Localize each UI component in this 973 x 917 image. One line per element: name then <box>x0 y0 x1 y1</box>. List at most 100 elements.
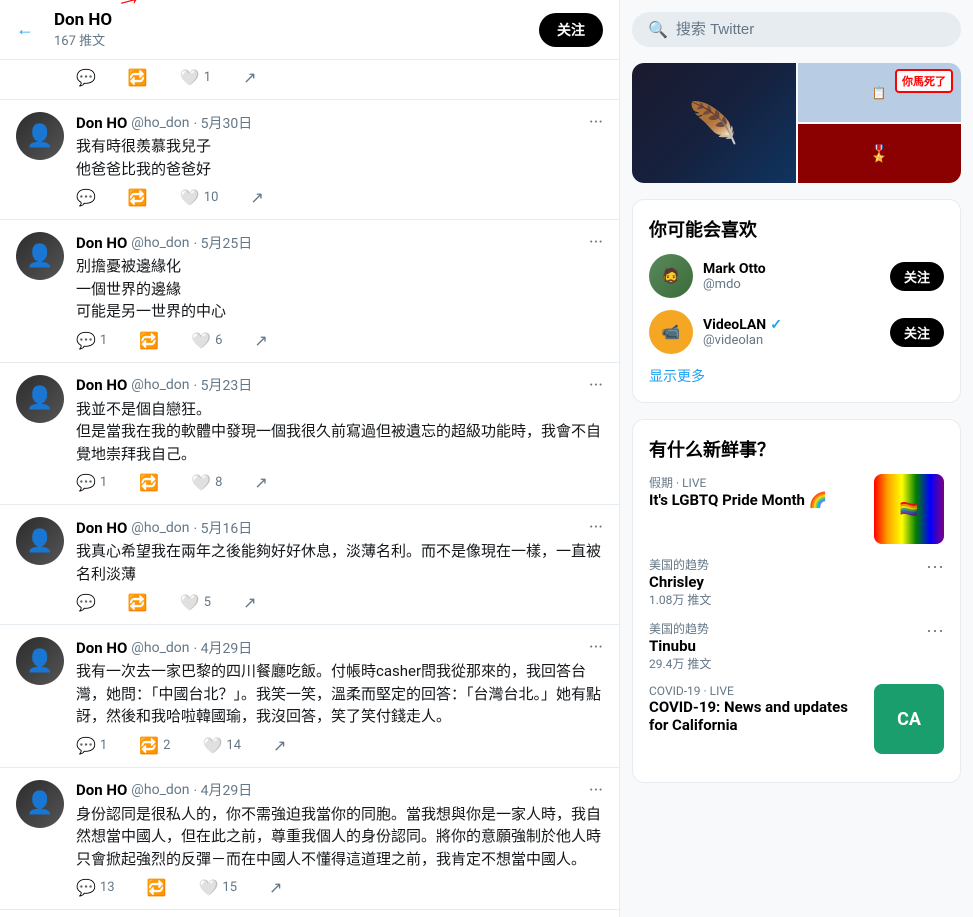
tweet-more-button[interactable]: ··· <box>589 637 603 658</box>
user-avatar: 👤 <box>16 517 64 565</box>
tweet-more-button[interactable]: ··· <box>589 232 603 253</box>
tweet-meta: Don HO @ho_don · 4月29日 <box>76 780 252 800</box>
retweet-action[interactable]: 🔁 <box>128 68 148 87</box>
suggestion-name: VideoLAN ✓ <box>703 317 890 333</box>
like-count: 8 <box>215 475 222 490</box>
trend-more-button[interactable]: ··· <box>926 620 944 641</box>
follow-suggestion-button[interactable]: 关注 <box>890 318 944 347</box>
main-feed: ← Don HO 167 推文 → 关注 💬 🔁 🤍 1 ↗ <box>0 0 620 917</box>
tweet-header: Don HO @ho_don · 4月29日 ··· <box>76 780 603 801</box>
tweet-handle: @ho_don <box>131 782 189 798</box>
follow-suggestion-button[interactable]: 关注 <box>890 262 944 291</box>
trend-name[interactable]: It's LGBTQ Pride Month 🌈 <box>649 491 866 509</box>
tweet-username: Don HO <box>76 781 127 799</box>
trend-item: 美国的趋势 Chrisley 1.08万 推文 ··· <box>649 556 944 608</box>
like-action[interactable]: 🤍 8 <box>191 473 222 492</box>
reply-action[interactable]: 💬 1 <box>76 736 107 755</box>
trend-side-image-2: 🎖️ <box>798 124 962 183</box>
tweet-header: Don HO @ho_don · 5月16日 ··· <box>76 517 603 538</box>
tweet-more-button[interactable]: ··· <box>589 375 603 396</box>
header-info: Don HO 167 推文 → <box>54 10 539 49</box>
like-count: 15 <box>222 880 237 895</box>
suggestion-handle: @videolan <box>703 333 890 348</box>
back-button[interactable]: ← <box>16 19 34 40</box>
tweet-header: Don HO @ho_don · 5月30日 ··· <box>76 112 603 133</box>
retweet-action[interactable]: 🔁 <box>128 593 148 612</box>
retweet-action[interactable]: 🔁 2 <box>139 736 170 755</box>
trend-name[interactable]: Chrisley <box>649 573 926 591</box>
reply-icon: 💬 <box>76 331 96 350</box>
tweet-date: · 5月16日 <box>194 518 253 538</box>
reply-icon: 💬 <box>76 593 96 612</box>
like-action[interactable]: 🤍 1 <box>180 68 211 87</box>
like-action[interactable]: 🤍 5 <box>180 593 211 612</box>
tweet-actions: 💬 1 🔁 🤍 8 ↗ <box>76 473 603 492</box>
reply-icon: 💬 <box>76 473 96 492</box>
trend-image: CA <box>874 684 944 754</box>
like-action[interactable]: 🤍 10 <box>180 188 219 207</box>
reply-action[interactable]: 💬 <box>76 593 96 612</box>
tweet-more-button[interactable]: ··· <box>589 517 603 538</box>
search-box[interactable]: 🔍 <box>632 12 961 47</box>
trend-info: 美国的趋势 Tinubu 29.4万 推文 <box>649 620 926 672</box>
retweet-action[interactable]: 🔁 <box>139 473 159 492</box>
share-action[interactable]: ↗ <box>254 331 267 350</box>
reply-action[interactable]: 💬 <box>76 68 96 87</box>
tweet-more-button[interactable]: ··· <box>589 780 603 801</box>
trending-image-cluster: 🪶 📋 你馬死了 🎖️ <box>632 63 961 183</box>
share-action[interactable]: ↗ <box>269 878 282 897</box>
suggestion-name: Mark Otto <box>703 261 890 277</box>
share-action[interactable]: ↗ <box>273 736 286 755</box>
trend-category: 美国的趋势 <box>649 620 926 637</box>
follow-button[interactable]: 关注 <box>539 13 603 47</box>
reply-action[interactable]: 💬 <box>76 188 96 207</box>
share-action[interactable]: ↗ <box>254 473 267 492</box>
retweet-icon: 🔁 <box>128 68 148 87</box>
like-action[interactable]: 🤍 14 <box>202 736 241 755</box>
reply-action[interactable]: 💬 1 <box>76 331 107 350</box>
share-action[interactable]: ↗ <box>243 593 256 612</box>
tweet-text: 我有時很羨慕我兒子他爸爸比我的爸爸好 <box>76 135 603 180</box>
trend-more-button[interactable]: ··· <box>926 556 944 577</box>
suggestion-info: VideoLAN ✓ @videolan <box>703 317 890 348</box>
tweet-handle: @ho_don <box>131 235 189 251</box>
share-action[interactable]: ↗ <box>250 188 263 207</box>
search-input[interactable] <box>676 21 945 38</box>
profile-header: ← Don HO 167 推文 → 关注 <box>0 0 619 60</box>
like-icon: 🤍 <box>180 593 200 612</box>
suggestion-avatar: 📹 <box>649 310 693 354</box>
retweet-action[interactable]: 🔁 <box>147 878 167 897</box>
trends-list: 假期 · LIVE It's LGBTQ Pride Month 🌈 🏳️‍🌈 … <box>649 474 944 754</box>
tweet-date: · 5月30日 <box>194 113 253 133</box>
tweet-header: Don HO @ho_don · 4月29日 ··· <box>76 637 603 658</box>
tweet-more-button[interactable]: ··· <box>589 112 603 133</box>
trend-name[interactable]: Tinubu <box>649 637 926 655</box>
like-count: 10 <box>204 190 219 205</box>
share-icon: ↗ <box>254 331 267 350</box>
share-action[interactable]: ↗ <box>243 68 256 87</box>
reply-action[interactable]: 💬 13 <box>76 878 115 897</box>
verified-icon: ✓ <box>770 317 782 333</box>
tweet-username: Don HO <box>76 519 127 537</box>
like-count: 14 <box>226 738 241 753</box>
reply-action[interactable]: 💬 1 <box>76 473 107 492</box>
trend-item: 假期 · LIVE It's LGBTQ Pride Month 🌈 🏳️‍🌈 <box>649 474 944 544</box>
reply-icon: 💬 <box>76 736 96 755</box>
user-avatar: 👤 <box>16 112 64 160</box>
like-count: 5 <box>204 595 211 610</box>
like-action[interactable]: 🤍 6 <box>191 331 222 350</box>
trend-overlay-text: 📋 <box>872 86 887 100</box>
reply-icon: 💬 <box>76 878 96 897</box>
trend-name[interactable]: COVID-19: News and updates for Californi… <box>649 698 866 734</box>
show-more-link[interactable]: 显示更多 <box>649 366 944 386</box>
whats-happening-section: 有什么新鲜事？ 假期 · LIVE It's LGBTQ Pride Month… <box>632 419 961 783</box>
share-icon: ↗ <box>243 68 256 87</box>
like-icon: 🤍 <box>191 473 211 492</box>
retweet-action[interactable]: 🔁 <box>128 188 148 207</box>
like-action[interactable]: 🤍 15 <box>198 878 237 897</box>
suggestions-section: 你可能会喜欢 🧔 Mark Otto @mdo 关注 📹 VideoLAN ✓ … <box>632 199 961 403</box>
retweet-action[interactable]: 🔁 <box>139 331 159 350</box>
user-avatar: 👤 <box>16 232 64 280</box>
tweet-meta: Don HO @ho_don · 5月30日 <box>76 113 252 133</box>
trend-count: 1.08万 推文 <box>649 591 926 608</box>
